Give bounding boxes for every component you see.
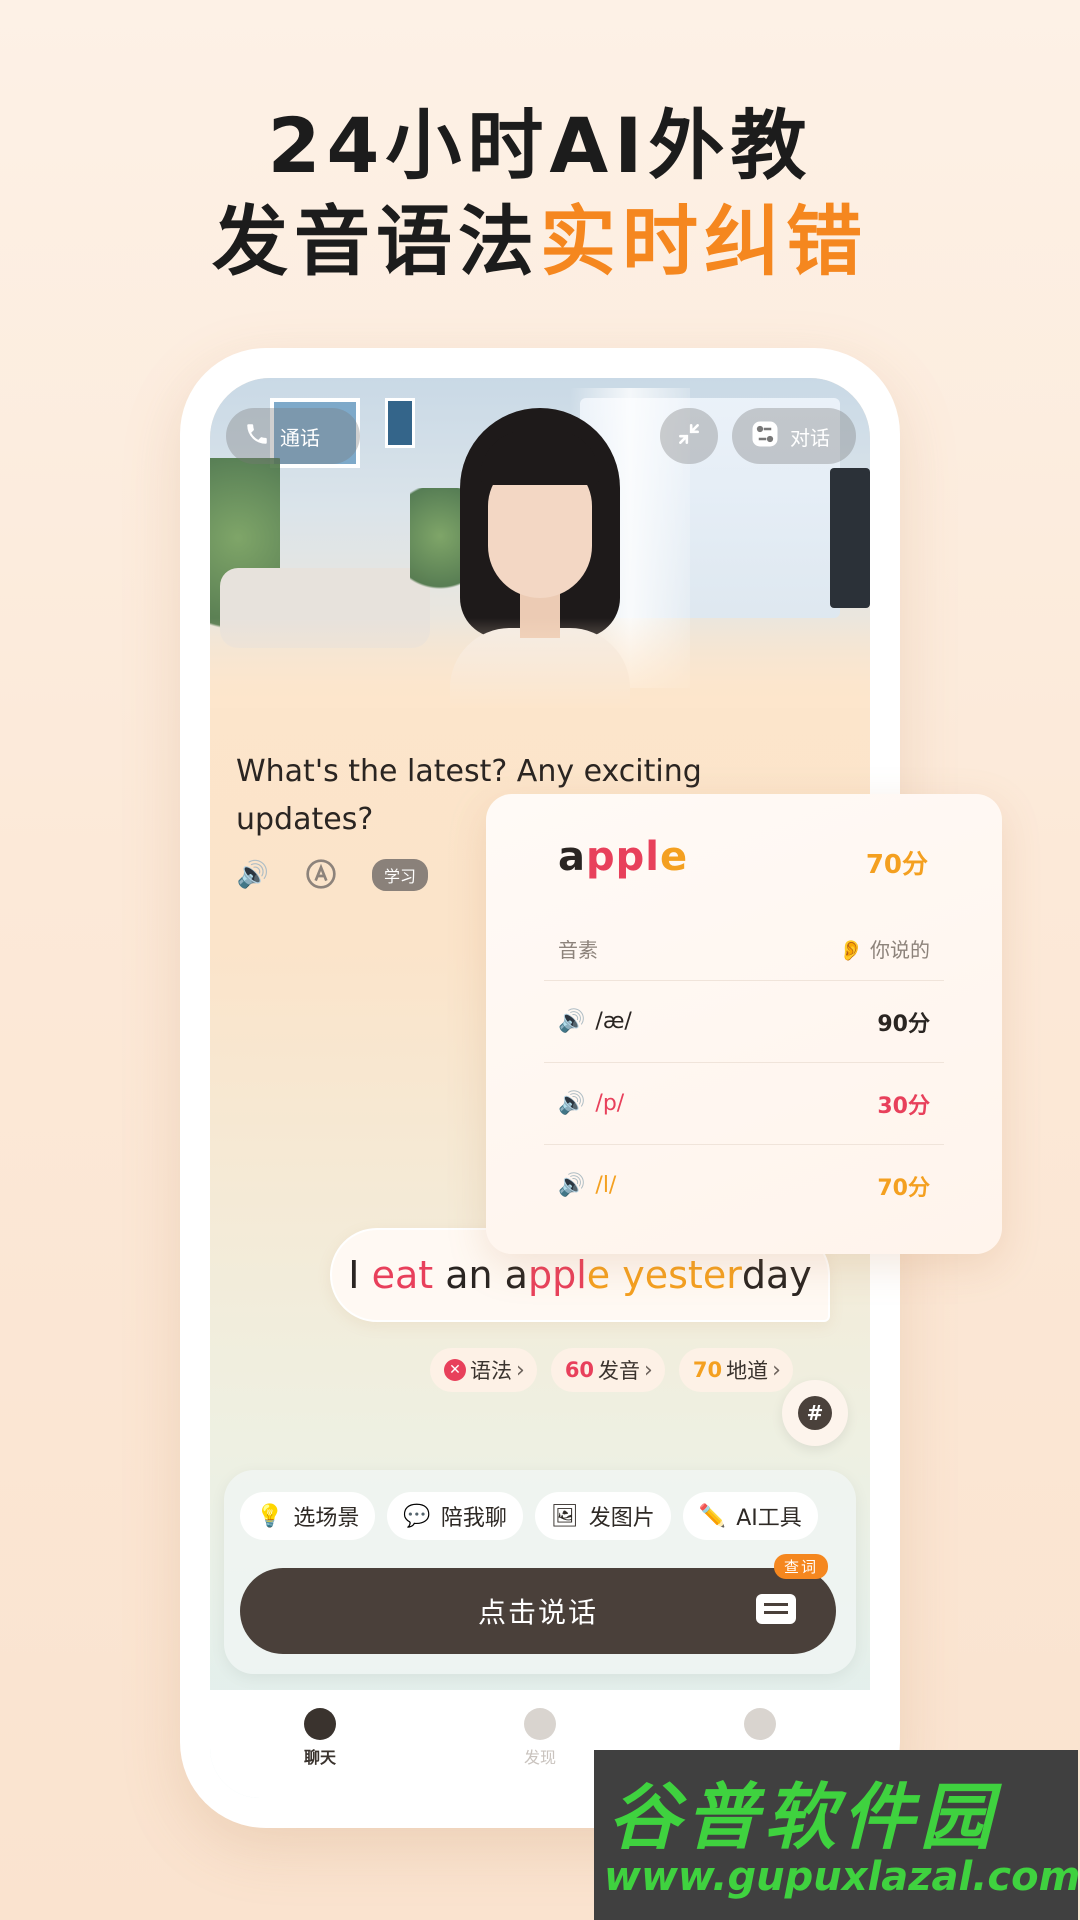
pronunciation-score-card: apple 70分 音素 👂 你说的 🔊 /æ/ 90分 🔊 /p/ 30分 🔊 /l… — [486, 794, 1002, 1254]
headline-line2-highlight: 实时纠错 — [540, 197, 868, 286]
chevron-right-icon: › — [772, 1357, 781, 1383]
fluency-label: 地道 — [726, 1359, 769, 1383]
ai-message-tools: 🔊 学习 — [236, 858, 429, 892]
tab-label: 聊天 — [303, 1748, 336, 1767]
dictionary-tag[interactable]: 查词 — [773, 1554, 828, 1579]
pencil-icon: ✏️ — [698, 1503, 727, 1529]
tab-label: 发现 — [523, 1748, 556, 1767]
score-header: 音素 👂 你说的 — [558, 934, 930, 963]
input-panel: 💡 选场景 💬 陪我聊 🖼 发图片 ✏️ AI工具 点击说话 查词 — [224, 1470, 856, 1674]
word-part: a — [558, 834, 586, 880]
swap-icon — [750, 419, 780, 454]
phoneme-label: /l/ — [595, 1173, 617, 1198]
talk-label: 点击说话 — [477, 1596, 598, 1629]
watermark-title: 谷普软件园 — [608, 1775, 999, 1859]
quick-action-label: AI工具 — [736, 1506, 802, 1531]
phoneme-label: /p/ — [595, 1091, 625, 1116]
hashtag-icon: # — [798, 1396, 832, 1430]
pronunciation-score: 60 — [564, 1358, 595, 1382]
word-score: 70分 — [865, 850, 928, 880]
error-icon: ✕ — [444, 1359, 466, 1381]
phoneme-row[interactable]: 🔊 /l/ 70分 — [544, 1144, 944, 1226]
headline-line2: 发音语法实时纠错 — [0, 192, 1080, 292]
chevron-right-icon: › — [644, 1357, 653, 1383]
headline-line1: 24小时AI外教 — [267, 101, 813, 190]
watermark: 谷普软件园 www.gupuxlazal.com — [594, 1750, 1080, 1920]
phoneme-row[interactable]: 🔊 /p/ 30分 — [544, 1062, 944, 1144]
user-message-warn-part: yester — [622, 1253, 742, 1297]
pronunciation-label: 发音 — [598, 1359, 641, 1383]
tap-to-speak-button[interactable]: 点击说话 查词 — [240, 1554, 836, 1654]
user-message-part: I — [348, 1253, 372, 1297]
fluency-chip[interactable]: 70 地道 › — [678, 1348, 793, 1392]
wall-picture — [385, 398, 415, 448]
user-message-error-word: eat — [371, 1253, 434, 1297]
scored-word: apple — [558, 834, 688, 880]
speaker-icon[interactable]: 🔊 — [558, 1173, 585, 1198]
speaker-icon[interactable]: 🔊 — [558, 1009, 585, 1034]
headline: 24小时AI外教 发音语法实时纠错 — [0, 100, 1080, 292]
watermark-url: www.gupuxlazal.com — [604, 1854, 1080, 1900]
chat-icon: 💬 — [403, 1503, 431, 1529]
keyboard-icon[interactable] — [756, 1594, 796, 1624]
call-button[interactable]: 通话 — [226, 408, 360, 464]
quick-action-ai-tools[interactable]: ✏️ AI工具 — [682, 1492, 818, 1540]
translate-icon[interactable] — [304, 858, 338, 892]
profile-tab-icon — [744, 1708, 776, 1740]
user-message-error-part: ppl — [527, 1253, 587, 1297]
tab-discover[interactable]: 发现 — [480, 1708, 600, 1798]
chat-tab-icon — [304, 1708, 336, 1740]
quick-action-scene[interactable]: 💡 选场景 — [240, 1492, 376, 1540]
minimize-button[interactable] — [660, 408, 718, 464]
image-icon: 🖼 — [550, 1503, 579, 1529]
quick-action-label: 发图片 — [588, 1506, 655, 1531]
user-message-warn-part: e — [586, 1253, 623, 1297]
grammar-chip[interactable]: ✕ 语法 › — [430, 1348, 537, 1392]
fluency-score: 70 — [692, 1358, 723, 1382]
tab-chat[interactable]: 聊天 — [260, 1708, 380, 1798]
quick-action-chat[interactable]: 💬 陪我聊 — [387, 1492, 523, 1540]
dialog-label: 对话 — [790, 425, 830, 450]
pronunciation-chip[interactable]: 60 发音 › — [550, 1348, 665, 1392]
feedback-chips: ✕ 语法 › 60 发音 › 70 地道 › — [430, 1348, 793, 1392]
you-said-label: 你说的 — [870, 938, 930, 962]
ear-icon: 👂 — [838, 938, 864, 962]
learn-button[interactable]: 学习 — [372, 859, 429, 891]
word-part-warn: e — [659, 834, 689, 880]
call-label: 通话 — [280, 425, 320, 450]
phoneme-row[interactable]: 🔊 /æ/ 90分 — [544, 980, 944, 1062]
phoneme-label: /æ/ — [595, 1009, 632, 1034]
minimize-icon — [676, 421, 702, 452]
topic-button[interactable]: # — [782, 1380, 848, 1446]
quick-action-label: 选场景 — [293, 1506, 360, 1531]
chevron-right-icon: › — [516, 1357, 525, 1383]
phoneme-score: 70分 — [877, 1175, 930, 1201]
speaker-icon[interactable]: 🔊 — [236, 858, 270, 892]
headline-line2-plain: 发音语法 — [212, 197, 540, 286]
quick-actions: 💡 选场景 💬 陪我聊 🖼 发图片 ✏️ AI工具 — [240, 1492, 818, 1540]
speaker-icon[interactable]: 🔊 — [558, 1091, 585, 1116]
phoneme-score: 30分 — [877, 1093, 930, 1119]
phone-icon — [244, 421, 270, 452]
quick-action-label: 陪我聊 — [440, 1506, 507, 1531]
dialog-mode-button[interactable]: 对话 — [732, 408, 856, 464]
user-message-part: day — [741, 1253, 812, 1297]
lightbulb-icon: 💡 — [256, 1503, 284, 1529]
phoneme-list: 🔊 /æ/ 90分 🔊 /p/ 30分 🔊 /l/ 70分 — [544, 980, 944, 1226]
you-said-header[interactable]: 👂 你说的 — [839, 934, 930, 963]
phoneme-header: 音素 — [558, 938, 598, 962]
tv — [830, 468, 870, 608]
phoneme-score: 90分 — [877, 1011, 930, 1037]
quick-action-image[interactable]: 🖼 发图片 — [534, 1492, 671, 1540]
discover-tab-icon — [524, 1708, 556, 1740]
grammar-label: 语法 — [470, 1359, 512, 1383]
word-part-error: ppl — [586, 834, 660, 880]
user-message-part: an a — [433, 1253, 528, 1297]
